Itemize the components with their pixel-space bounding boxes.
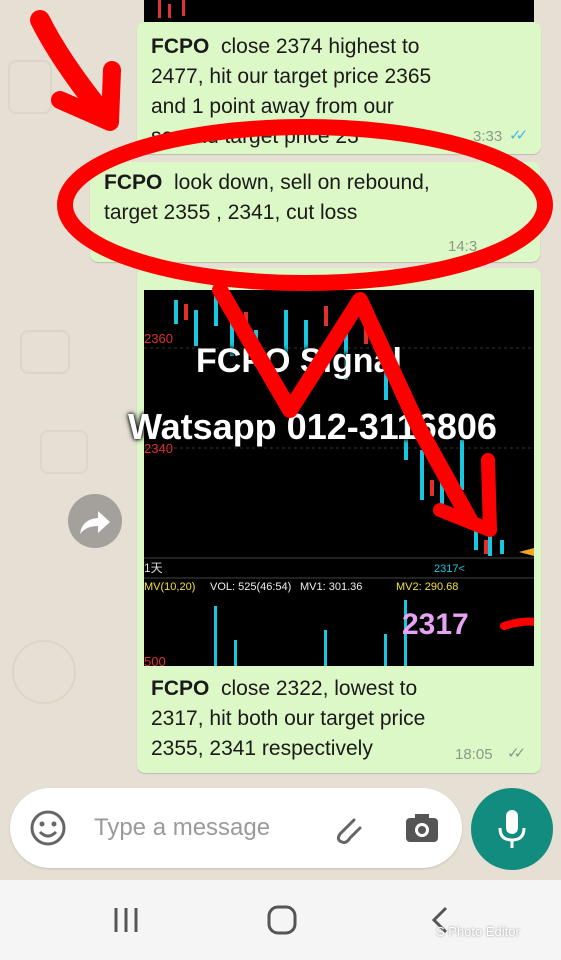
message-time: 18:05 xyxy=(455,746,493,763)
vol-label: VOL: 525(46:54) xyxy=(210,581,291,593)
period-label: 1天 xyxy=(144,561,163,575)
wallpaper-doodle xyxy=(12,640,76,704)
home-icon[interactable] xyxy=(262,900,302,940)
message-bubble[interactable]: FCPO close 2374 highest to 2477, hit our… xyxy=(137,22,541,154)
forward-button[interactable] xyxy=(68,494,122,548)
recents-icon[interactable] xyxy=(106,900,146,940)
attach-icon[interactable] xyxy=(326,808,366,848)
emoji-icon[interactable] xyxy=(28,808,68,848)
big-price-label: 2317 xyxy=(402,608,469,641)
wallpaper-doodle xyxy=(40,430,88,474)
overlay-contact: Watsapp 012-3116806 xyxy=(128,406,497,447)
price-label: 2360 xyxy=(144,331,173,346)
read-receipt-icon: ✓✓ xyxy=(507,745,526,762)
read-receipt-icon: ✓✓ xyxy=(500,237,519,254)
message-input[interactable]: Type a message xyxy=(94,814,270,842)
message-text: FCPO close 2322, lowest to 2317, hit bot… xyxy=(151,677,426,760)
message-input-bar[interactable]: Type a message xyxy=(10,788,462,868)
camera-icon[interactable] xyxy=(402,808,442,848)
message-text: FCPO look down, sell on rebound, target … xyxy=(104,171,430,224)
chart-image-top[interactable] xyxy=(144,0,534,22)
voice-record-button[interactable] xyxy=(471,788,553,870)
share-icon xyxy=(80,511,110,534)
vol-axis-label: 500 xyxy=(144,654,166,666)
mv1-label: MV1: 301.36 xyxy=(300,581,362,593)
low-label: 2317< xyxy=(434,563,465,575)
mv2-label: MV2: 290.68 xyxy=(396,581,458,593)
wallpaper-doodle xyxy=(20,330,70,374)
message-text: FCPO close 2374 highest to 2477, hit our… xyxy=(151,35,432,148)
indicator-label: MV(10,20) xyxy=(144,581,195,593)
mic-icon xyxy=(498,810,526,848)
message-bubble[interactable]: FCPO look down, sell on rebound, target … xyxy=(90,162,540,262)
read-receipt-icon: ✓✓ xyxy=(509,127,528,144)
message-time: 14:3 xyxy=(448,238,478,255)
message-time: 3:33 xyxy=(473,128,503,145)
watermark-text: S Photo Editor xyxy=(436,924,520,939)
wallpaper-doodle xyxy=(8,60,52,114)
overlay-title: FCPO Signal xyxy=(196,342,402,380)
system-navigation-bar: S Photo Editor xyxy=(0,880,561,960)
